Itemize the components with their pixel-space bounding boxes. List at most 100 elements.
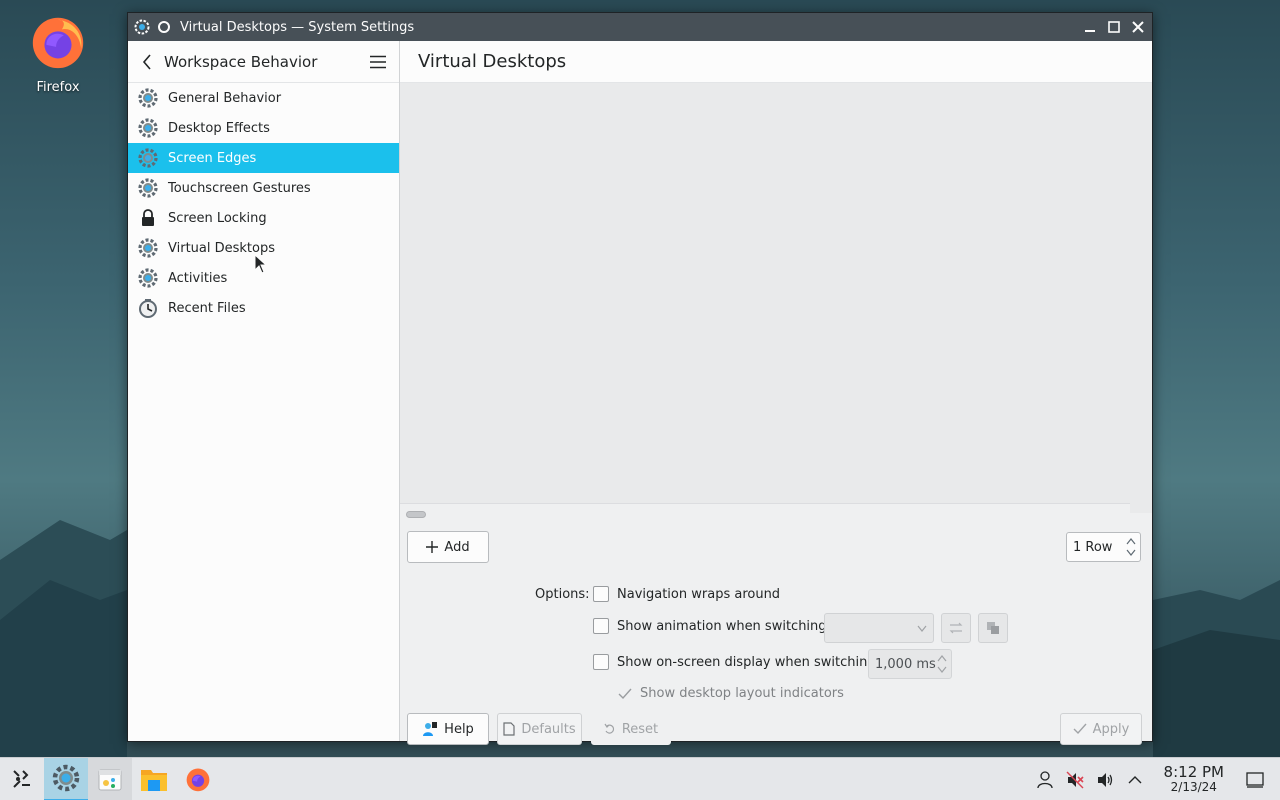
checkbox-label: Show desktop layout indicators <box>640 686 844 701</box>
reset-button[interactable]: Reset <box>591 713 671 745</box>
application-launcher-icon <box>13 770 30 788</box>
system-settings-icon[interactable] <box>134 19 150 35</box>
sidebar-item-label: Activities <box>168 270 228 286</box>
options-area: Add 1 Row Options: Navigation wraps arou… <box>400 523 1152 745</box>
rows-value: 1 Row <box>1073 539 1113 555</box>
apply-button-label: Apply <box>1092 721 1130 737</box>
desktop-icon-label: Firefox <box>36 80 80 95</box>
main-panel: Virtual Desktops Add 1 Row Options: Navi… <box>400 41 1152 745</box>
help-button[interactable]: Help <box>407 713 489 745</box>
chevron-down-icon <box>917 625 927 632</box>
plus-icon <box>426 541 439 553</box>
checkbox-label: Show animation when switching: <box>617 618 831 634</box>
sidebar-item-screen-locking[interactable]: Screen Locking <box>128 203 399 233</box>
sidebar-item-touchscreen-gestures[interactable]: Touchscreen Gestures <box>128 173 399 203</box>
navigation-wraps-checkbox[interactable]: Navigation wraps around <box>593 586 780 602</box>
sidebar-item-label: Touchscreen Gestures <box>168 180 311 196</box>
sidebar-item-general-behavior[interactable]: General Behavior <box>128 83 399 113</box>
document-revert-icon <box>503 722 515 736</box>
back-button[interactable] <box>138 53 156 71</box>
show-animation-checkbox[interactable]: Show animation when switching: <box>593 618 831 634</box>
desktop-icon-firefox[interactable]: Firefox <box>24 10 92 95</box>
microphone-button[interactable] <box>1060 765 1090 795</box>
hamburger-icon <box>370 55 386 68</box>
taskbar-system-settings[interactable] <box>44 757 88 800</box>
sidebar-header: Workspace Behavior <box>128 41 399 83</box>
maximize-button[interactable] <box>1104 17 1124 37</box>
checkbox[interactable] <box>593 618 609 634</box>
hamburger-menu-button[interactable] <box>367 51 389 73</box>
configure-icon <box>949 622 963 634</box>
gear-icon <box>138 268 158 288</box>
gear-icon <box>138 88 158 108</box>
checkbox[interactable] <box>593 586 609 602</box>
system-settings-icon <box>52 764 80 792</box>
system-tray: 8:12 PM 2/13/24 <box>1030 758 1280 800</box>
undo-icon <box>604 723 614 734</box>
scrollbar-thumb[interactable] <box>406 511 426 518</box>
mouse-cursor-icon <box>254 254 268 274</box>
sidebar-item-label: Screen Locking <box>168 210 267 226</box>
minimize-button[interactable] <box>1080 17 1100 37</box>
gear-icon <box>138 118 158 138</box>
animation-combobox[interactable] <box>824 613 934 643</box>
horizontal-scrollbar[interactable] <box>400 503 1130 523</box>
close-icon <box>1132 21 1144 33</box>
calendar-icon <box>98 769 122 791</box>
sidebar-item-recent-files[interactable]: Recent Files <box>128 293 399 323</box>
defaults-button[interactable]: Defaults <box>497 713 582 745</box>
application-launcher-button[interactable] <box>0 758 44 800</box>
checkbox-label: Navigation wraps around <box>617 586 781 602</box>
sidebar-item-desktop-effects[interactable]: Desktop Effects <box>128 113 399 143</box>
chevron-down-icon[interactable] <box>1126 549 1136 557</box>
firefox-icon <box>32 17 84 69</box>
volume-button[interactable] <box>1090 765 1120 795</box>
layout-indicators-checkbox[interactable]: Show desktop layout indicators <box>618 686 844 701</box>
window-titlebar[interactable]: Virtual Desktops — System Settings <box>128 13 1152 41</box>
reset-button-label: Reset <box>621 721 659 737</box>
animation-info-button[interactable] <box>978 613 1008 643</box>
osd-duration-value: 1,000 ms <box>875 656 936 672</box>
sidebar-item-label: Recent Files <box>168 300 246 316</box>
rows-spinbox[interactable]: 1 Row <box>1066 532 1141 562</box>
volume-icon <box>1097 772 1112 787</box>
arrow-left-icon <box>142 53 151 70</box>
taskbar-file-manager[interactable] <box>132 758 176 800</box>
sidebar: Workspace Behavior General Behavior Desk… <box>128 41 400 741</box>
show-desktop-icon <box>1246 771 1264 788</box>
checkbox-label: Show on-screen display when switching: <box>617 654 880 670</box>
checkmark-icon <box>1073 723 1087 735</box>
sidebar-item-label: General Behavior <box>168 90 282 106</box>
taskbar-firefox[interactable] <box>176 758 220 800</box>
lock-icon <box>138 208 158 228</box>
osd-duration-spinbox[interactable]: 1,000 ms <box>868 649 952 679</box>
sidebar-item-screen-edges[interactable]: Screen Edges <box>128 143 399 173</box>
clock-time: 8:12 PM <box>1163 763 1224 782</box>
chevron-up-icon[interactable] <box>1126 537 1136 545</box>
animation-configure-button[interactable] <box>941 613 971 643</box>
close-button[interactable] <box>1128 17 1148 37</box>
show-desktop-button[interactable] <box>1240 765 1270 795</box>
maximize-icon <box>1108 21 1120 33</box>
chevron-down-icon[interactable] <box>937 666 947 674</box>
add-button-label: Add <box>444 539 470 555</box>
tray-expand-button[interactable] <box>1120 765 1150 795</box>
user-switcher[interactable] <box>1030 765 1060 795</box>
show-osd-checkbox[interactable]: Show on-screen display when switching: <box>593 654 880 670</box>
firefox-icon <box>186 768 210 792</box>
sidebar-item-label: Desktop Effects <box>168 120 270 136</box>
taskbar-calendar[interactable] <box>88 757 132 800</box>
sidebar-item-label: Screen Edges <box>168 150 257 166</box>
digital-clock[interactable]: 8:12 PM 2/13/24 <box>1163 763 1224 795</box>
desktops-canvas <box>400 83 1152 513</box>
checkbox[interactable] <box>593 654 609 670</box>
help-button-label: Help <box>444 721 474 737</box>
sidebar-title: Workspace Behavior <box>164 52 318 71</box>
clock-date: 2/13/24 <box>1170 780 1217 795</box>
apply-button[interactable]: Apply <box>1060 713 1142 745</box>
chevron-up-icon[interactable] <box>937 654 947 662</box>
add-button[interactable]: Add <box>407 531 489 563</box>
options-label: Options: <box>535 587 590 602</box>
pin-icon[interactable] <box>156 19 172 35</box>
copy-icon <box>987 622 999 634</box>
